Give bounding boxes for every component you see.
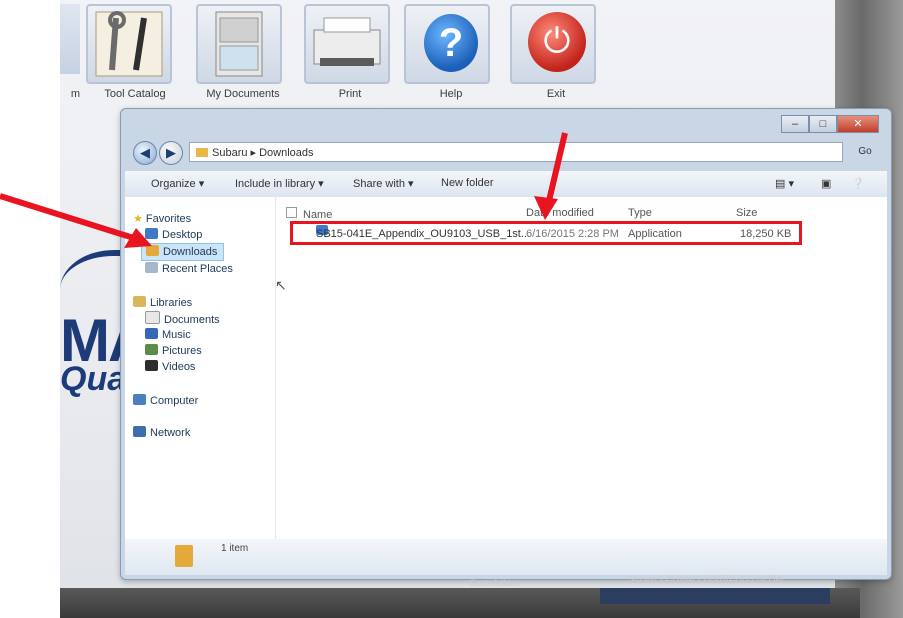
arrowhead-file — [534, 196, 558, 220]
arrow-to-downloads — [0, 193, 141, 243]
annotation-arrows — [0, 132, 568, 248]
arrow-to-file — [545, 132, 568, 206]
